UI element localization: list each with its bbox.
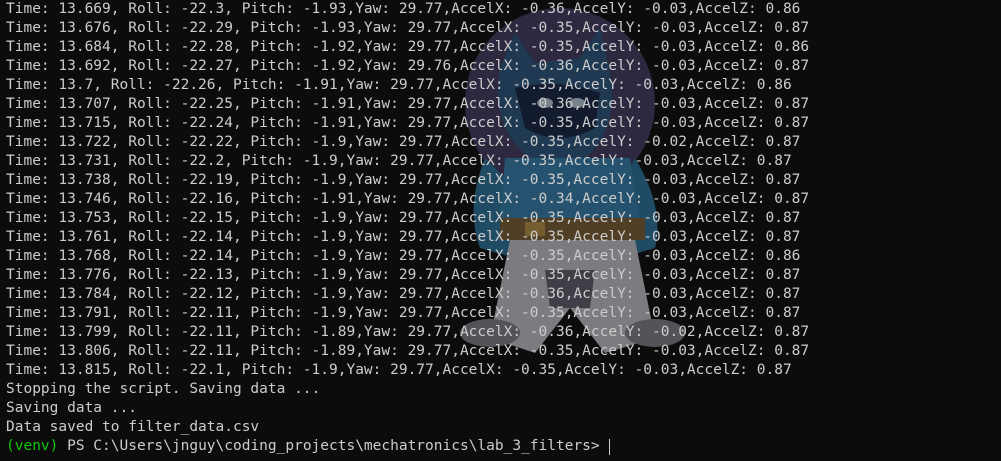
venv-indicator: (venv) xyxy=(6,438,59,454)
terminal-output-line: Saving data ... xyxy=(6,400,137,416)
terminal-output-line: Time: 13.815, Roll: -22.1, Pitch: -1.9,Y… xyxy=(6,362,792,378)
terminal-output-line: Time: 13.784, Roll: -22.12, Pitch: -1.9,… xyxy=(6,286,801,302)
terminal-output-line: Time: 13.738, Roll: -22.19, Pitch: -1.9,… xyxy=(6,172,801,188)
terminal-output-line: Time: 13.761, Roll: -22.14, Pitch: -1.9,… xyxy=(6,229,801,245)
terminal-output-line: Data saved to filter_data.csv xyxy=(6,419,260,435)
terminal-output-line: Time: 13.806, Roll: -22.11, Pitch: -1.89… xyxy=(6,343,810,359)
terminal-output-line: Time: 13.731, Roll: -22.2, Pitch: -1.9,Y… xyxy=(6,153,792,169)
terminal-output-line: Time: 13.753, Roll: -22.15, Pitch: -1.9,… xyxy=(6,210,801,226)
terminal-output-line: Time: 13.799, Roll: -22.11, Pitch: -1.89… xyxy=(6,324,810,340)
terminal-output-line: Time: 13.715, Roll: -22.24, Pitch: -1.91… xyxy=(6,115,810,131)
terminal-window[interactable]: Time: 13.669, Roll: -22.3, Pitch: -1.93,… xyxy=(0,0,1001,461)
terminal-output-line: Time: 13.776, Roll: -22.13, Pitch: -1.9,… xyxy=(6,267,801,283)
terminal-output-line: Time: 13.746, Roll: -22.16, Pitch: -1.91… xyxy=(6,191,810,207)
terminal-output-line: Stopping the script. Saving data ... xyxy=(6,381,321,397)
command-prompt[interactable]: (venv) PS C:\Users\jnguy\coding_projects… xyxy=(6,437,611,456)
terminal-output-line: Time: 13.692, Roll: -22.27, Pitch: -1.92… xyxy=(6,58,810,74)
terminal-output-line: Time: 13.768, Roll: -22.14, Pitch: -1.9,… xyxy=(6,248,801,264)
terminal-output: Time: 13.669, Roll: -22.3, Pitch: -1.93,… xyxy=(6,0,809,437)
terminal-output-line: Time: 13.707, Roll: -22.25, Pitch: -1.91… xyxy=(6,96,810,112)
prompt-path: PS C:\Users\jnguy\coding_projects\mechat… xyxy=(58,438,609,454)
terminal-output-line: Time: 13.684, Roll: -22.28, Pitch: -1.92… xyxy=(6,39,810,55)
terminal-output-line: Time: 13.7, Roll: -22.26, Pitch: -1.91,Y… xyxy=(6,77,792,93)
terminal-output-line: Time: 13.722, Roll: -22.22, Pitch: -1.9,… xyxy=(6,134,801,150)
terminal-output-line: Time: 13.676, Roll: -22.29, Pitch: -1.93… xyxy=(6,20,810,36)
text-cursor xyxy=(609,438,611,455)
terminal-output-line: Time: 13.669, Roll: -22.3, Pitch: -1.93,… xyxy=(6,1,801,17)
terminal-output-line: Time: 13.791, Roll: -22.11, Pitch: -1.9,… xyxy=(6,305,801,321)
